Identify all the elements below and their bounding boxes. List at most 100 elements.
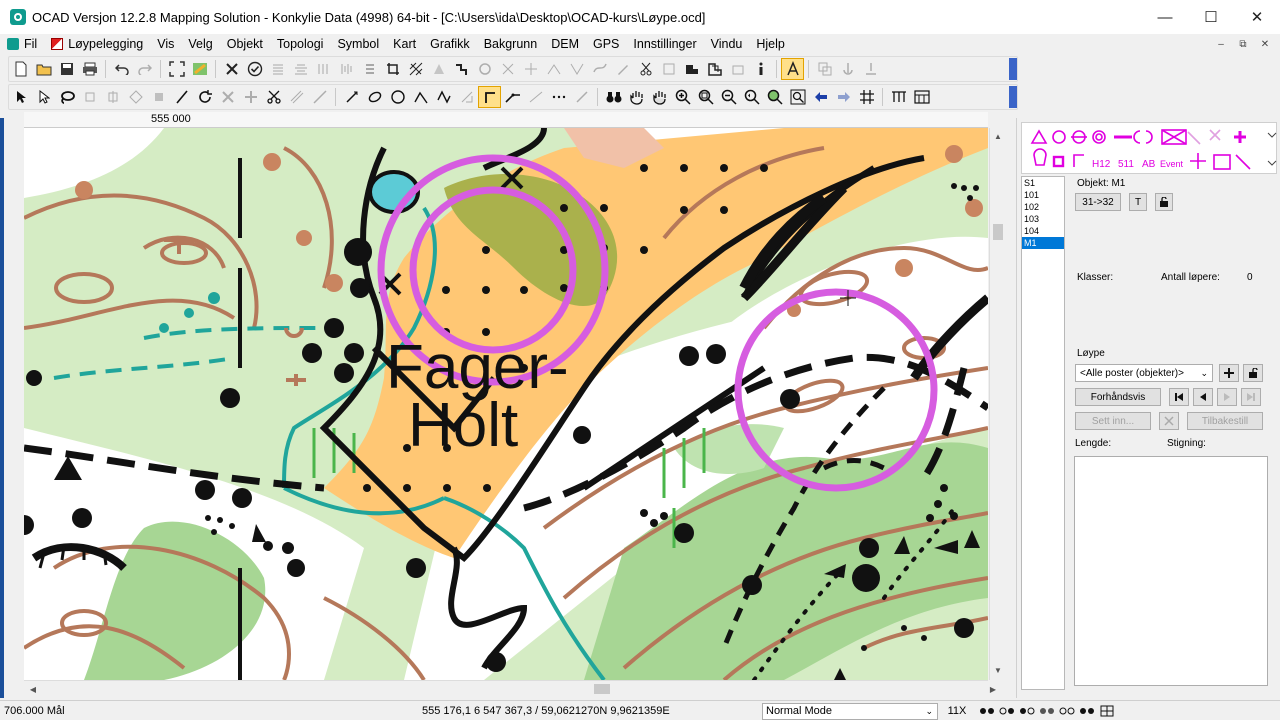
reverse-icon[interactable] <box>308 86 331 108</box>
corner-point-icon[interactable] <box>147 86 170 108</box>
scissors-icon[interactable] <box>262 86 285 108</box>
distribute-icon[interactable] <box>312 58 335 80</box>
view-normal-icon[interactable] <box>978 703 996 719</box>
zoom-in-area-icon[interactable] <box>694 86 717 108</box>
scroll-up-icon[interactable]: ▲ <box>990 130 1006 144</box>
cut-hole-icon[interactable] <box>657 58 680 80</box>
course-symbol-palette[interactable]: H12 511 AB Event <box>1021 122 1277 174</box>
text-symbol-icon[interactable] <box>781 58 804 80</box>
scroll-left-icon[interactable]: ◀ <box>26 681 40 698</box>
zoom-selection-icon[interactable] <box>786 86 809 108</box>
orienteering-map[interactable]: Fager- Holt <box>24 128 988 680</box>
menu-symbol[interactable]: Symbol <box>330 34 386 54</box>
draw-curve-icon[interactable] <box>409 86 432 108</box>
menu-kart[interactable]: Kart <box>386 34 423 54</box>
view-hatch-icon[interactable] <box>1058 703 1076 719</box>
check-icon[interactable] <box>243 58 266 80</box>
join-icon[interactable] <box>542 58 565 80</box>
list-item[interactable]: 103 <box>1022 213 1064 225</box>
undo-icon[interactable] <box>110 58 133 80</box>
add-course-button[interactable] <box>1219 364 1239 382</box>
new-file-icon[interactable] <box>9 58 32 80</box>
arrow-right-icon[interactable] <box>832 86 855 108</box>
draw-ellipse-icon[interactable] <box>363 86 386 108</box>
rotate-object-icon[interactable] <box>473 58 496 80</box>
delete-point-icon[interactable] <box>124 86 147 108</box>
merge-area-icon[interactable] <box>680 58 703 80</box>
first-button[interactable] <box>1169 388 1189 406</box>
cms-icon[interactable] <box>887 86 910 108</box>
last-button[interactable] <box>1241 388 1261 406</box>
save-icon[interactable] <box>55 58 78 80</box>
text-button[interactable]: T <box>1129 193 1147 211</box>
transform-icon[interactable] <box>496 58 519 80</box>
sett-inn-button[interactable]: Sett inn... <box>1075 412 1151 430</box>
menu-objekt[interactable]: Objekt <box>220 34 270 54</box>
subtract-icon[interactable] <box>726 58 749 80</box>
zoom-in-icon[interactable] <box>671 86 694 108</box>
hatch-icon[interactable] <box>404 58 427 80</box>
edit-line-icon[interactable] <box>170 86 193 108</box>
print-icon[interactable] <box>78 58 101 80</box>
view-both-icon[interactable] <box>1038 703 1056 719</box>
palette-ab[interactable]: AB <box>1142 159 1156 170</box>
intersect-icon[interactable] <box>703 58 726 80</box>
distribute-v-icon[interactable] <box>335 58 358 80</box>
stack-icon[interactable] <box>358 58 381 80</box>
zoom-out-icon[interactable] <box>717 86 740 108</box>
palette-h12[interactable]: H12 <box>1092 159 1111 170</box>
draw-freehand-icon[interactable] <box>432 86 455 108</box>
list-item[interactable]: 101 <box>1022 189 1064 201</box>
menu-topologi[interactable]: Topologi <box>270 34 331 54</box>
arrow-left-icon[interactable] <box>809 86 832 108</box>
zoom-previous-icon[interactable] <box>740 86 763 108</box>
control-code-button[interactable]: 31->32 <box>1075 193 1121 211</box>
view-spot-icon[interactable] <box>1018 703 1036 719</box>
maximize-button[interactable]: ☐ <box>1188 0 1234 34</box>
menu-velg[interactable]: Velg <box>181 34 219 54</box>
menu-gps[interactable]: GPS <box>586 34 626 54</box>
align-center-icon[interactable] <box>289 58 312 80</box>
list-item[interactable]: S1 <box>1022 177 1064 189</box>
draw-circle-icon[interactable] <box>386 86 409 108</box>
remove-button[interactable] <box>1159 412 1179 430</box>
course-info-box[interactable] <box>1074 456 1268 686</box>
scale-icon[interactable] <box>216 86 239 108</box>
draw-rectangle-icon[interactable] <box>455 86 478 108</box>
zoom-map-icon[interactable] <box>763 86 786 108</box>
grid-icon[interactable] <box>855 86 878 108</box>
reshape-icon[interactable] <box>450 58 473 80</box>
minimize-button[interactable]: — <box>1142 0 1188 34</box>
binoculars-icon[interactable] <box>602 86 625 108</box>
rotate-icon[interactable] <box>193 86 216 108</box>
close-button[interactable]: ✕ <box>1234 0 1280 34</box>
dots-icon[interactable] <box>547 86 570 108</box>
move-point-icon[interactable] <box>78 86 101 108</box>
merge-icon[interactable] <box>565 58 588 80</box>
add-point-icon[interactable] <box>101 86 124 108</box>
select-arrow-icon[interactable] <box>9 86 32 108</box>
tilbakestill-button[interactable]: Tilbakestill <box>1187 412 1263 430</box>
parallel-icon[interactable] <box>285 86 308 108</box>
draw-straight-icon[interactable] <box>340 86 363 108</box>
menu-bakgrunn[interactable]: Bakgrunn <box>477 34 545 54</box>
list-item[interactable]: 102 <box>1022 201 1064 213</box>
cut-object-icon[interactable] <box>634 58 657 80</box>
view-grid-icon[interactable] <box>1098 703 1116 719</box>
draw-angle-icon[interactable] <box>501 86 524 108</box>
pin-icon[interactable] <box>859 58 882 80</box>
mdi-close-button[interactable]: ✕ <box>1256 39 1274 50</box>
menu-fil[interactable]: Fil <box>0 34 44 54</box>
horizontal-scroll-thumb[interactable] <box>594 684 610 694</box>
list-item[interactable]: 104 <box>1022 225 1064 237</box>
view-draft-icon[interactable] <box>998 703 1016 719</box>
next-button[interactable] <box>1217 388 1237 406</box>
info-icon[interactable] <box>749 58 772 80</box>
smooth-icon[interactable] <box>588 58 611 80</box>
anchor-icon[interactable] <box>836 58 859 80</box>
list-item-selected[interactable]: M1 <box>1022 237 1064 249</box>
palette-event[interactable]: Event <box>1160 159 1184 169</box>
select-graphic-icon[interactable] <box>32 86 55 108</box>
menu-vindu[interactable]: Vindu <box>704 34 750 54</box>
open-folder-icon[interactable] <box>32 58 55 80</box>
